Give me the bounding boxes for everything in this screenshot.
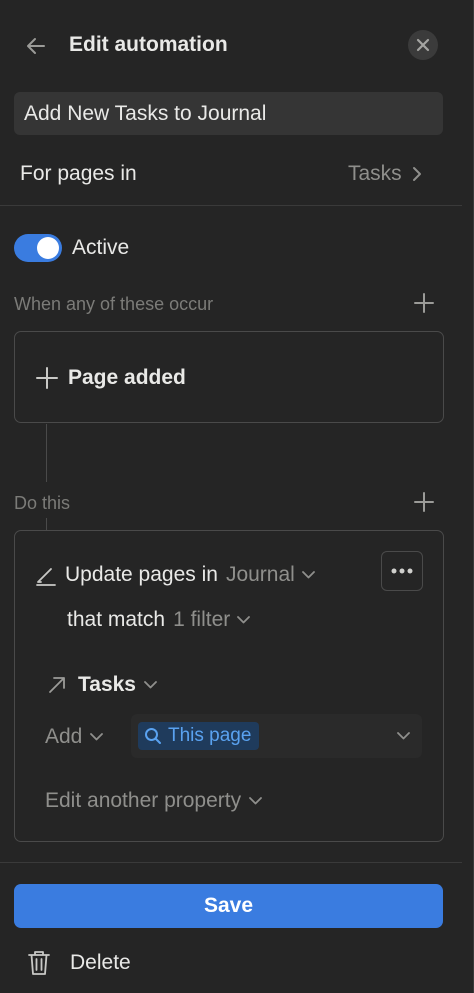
active-toggle[interactable] [14,234,62,262]
active-label: Active [72,236,130,259]
mode-label: Add [45,725,83,748]
triggers-section-label: When any of these occur [14,294,214,314]
arrow-left-icon [24,34,48,58]
chevron-down-icon [90,733,104,741]
search-icon [144,727,162,745]
divider [0,205,462,206]
chevron-down-icon [237,616,251,624]
plus-icon [36,367,58,389]
value-label: This page [168,725,252,746]
property-selector[interactable]: Tasks [46,670,157,700]
edit-another-property-button[interactable]: Edit another property [45,786,263,816]
delete-label: Delete [70,951,131,974]
automation-panel: Edit automation For pages in Tasks Activ… [0,0,474,993]
property-value-select[interactable]: This page [131,714,422,758]
page-title: Edit automation [69,33,228,56]
target-database-name: Journal [225,563,295,586]
mode-selector[interactable]: Add [45,722,104,752]
trash-icon [28,950,50,976]
match-label: that match [67,608,166,631]
close-button[interactable] [408,30,438,60]
target-database-selector[interactable]: Journal [226,563,315,587]
database-name: Tasks [348,162,402,185]
actions-section-label: Do this [14,493,71,513]
more-horizontal-icon [391,568,413,574]
divider [0,862,462,863]
trigger-label: Page added [68,366,186,389]
connector-line [46,518,47,530]
chevron-down-icon [301,571,315,579]
back-button[interactable] [20,30,52,62]
value-pill: This page [138,722,260,750]
plus-icon [414,293,434,313]
property-name: Tasks [78,673,136,696]
edit-another-label: Edit another property [45,789,242,812]
update-pages-row: Update pages in Journal [35,560,315,590]
chevron-down-icon [144,681,157,689]
toggle-knob [37,237,59,259]
filter-count: 1 filter [173,608,231,631]
filter-selector[interactable]: 1 filter [173,608,251,632]
more-options-button[interactable] [381,551,423,591]
for-pages-label: For pages in [20,162,137,185]
add-action-button[interactable] [411,489,437,515]
automation-name-input[interactable] [14,92,443,135]
delete-button[interactable]: Delete [28,947,131,979]
relation-arrow-icon [46,674,68,696]
edit-pencil-icon [35,564,57,586]
chevron-down-icon [397,732,410,740]
database-selector[interactable]: Tasks [348,158,422,190]
save-button[interactable]: Save [14,884,443,928]
filter-row: that match 1 filter [67,605,251,635]
chevron-down-icon [249,797,263,805]
chevron-right-icon [412,166,422,182]
close-icon [416,38,430,52]
update-pages-label: Update pages in [65,563,218,586]
connector-line [46,424,47,482]
trigger-page-added[interactable]: Page added [36,364,186,392]
add-trigger-button[interactable] [411,290,437,316]
plus-icon [414,492,434,512]
